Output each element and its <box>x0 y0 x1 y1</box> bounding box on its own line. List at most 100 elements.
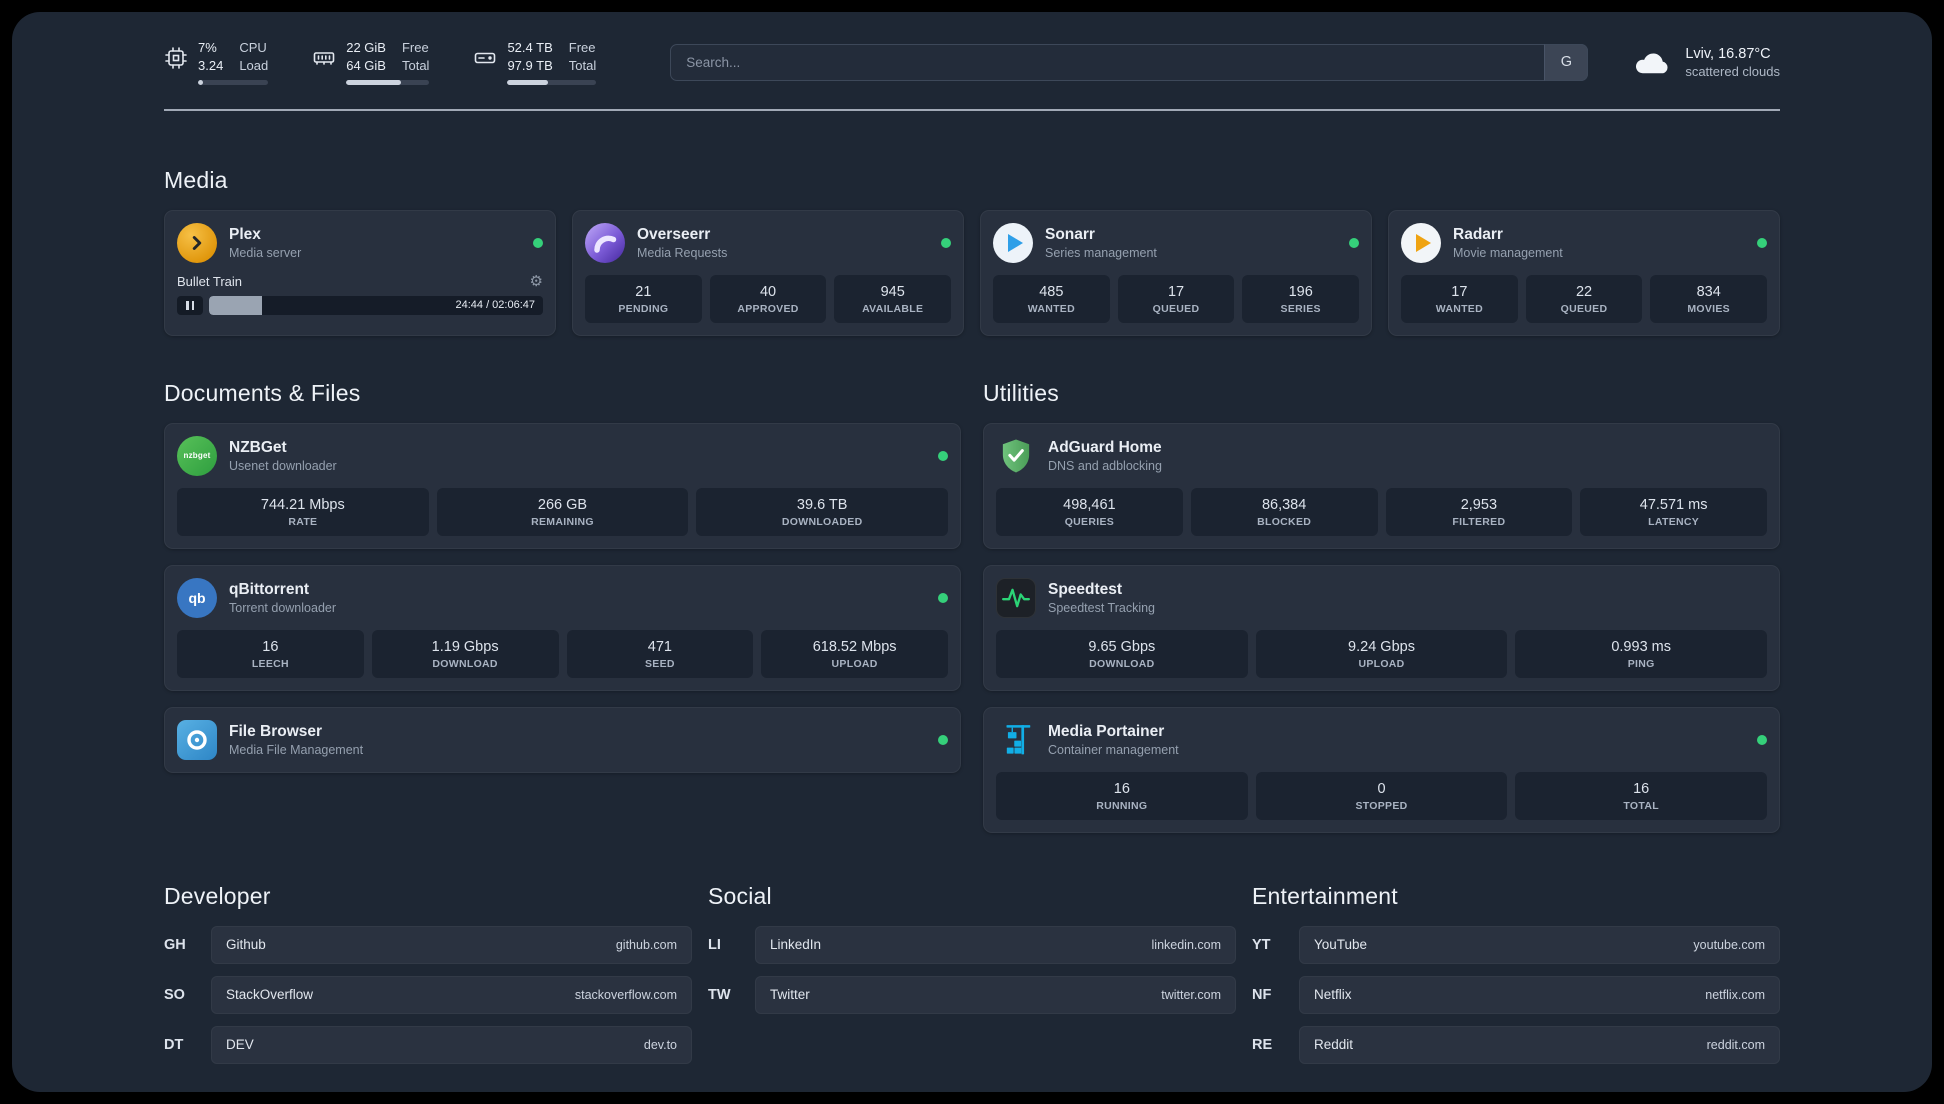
nzbget-icon: nzbget <box>177 435 217 476</box>
service-name: Speedtest <box>1048 580 1123 598</box>
filebrowser-card[interactable]: File Browser Media File Management <box>164 706 961 773</box>
qbittorrent-icon: qb <box>177 577 217 618</box>
bookmark-link-youtube[interactable]: YouTube youtube.com <box>1299 925 1780 964</box>
section-documents: Documents & Files nzbget NZBGet Usenet d… <box>164 380 961 833</box>
bookmark-link-dev[interactable]: DEV dev.to <box>211 1025 692 1064</box>
bookmark-link-linkedin[interactable]: LinkedIn linkedin.com <box>755 925 1236 964</box>
stat-series: 196 SERIES <box>1242 274 1360 323</box>
bookmark-link-stackoverflow[interactable]: StackOverflow stackoverflow.com <box>211 975 692 1014</box>
stat-upload: 618.52 Mbps UPLOAD <box>761 629 948 678</box>
bookmark-item: GH Github github.com <box>164 925 692 964</box>
overseerr-card[interactable]: Overseerr Media Requests 21 PENDING 40 A… <box>572 209 964 336</box>
section-title-social: Social <box>708 882 772 909</box>
bookmark-abbr: DT <box>164 1036 184 1053</box>
portainer-icon <box>996 720 1036 760</box>
stat-total: 16 TOTAL <box>1515 771 1768 820</box>
status-dot <box>938 734 948 745</box>
now-playing-title: Bullet Train <box>177 273 243 289</box>
bookmark-link-github[interactable]: Github github.com <box>211 925 692 964</box>
service-name: qBittorrent <box>229 580 310 598</box>
stat-approved: 40 APPROVED <box>709 274 827 323</box>
service-name: Sonarr <box>1045 225 1095 243</box>
nzbget-card[interactable]: nzbget NZBGet Usenet downloader 744.21 M… <box>164 422 961 549</box>
stat-remaining: 266 GB REMAINING <box>436 487 689 536</box>
dashboard: 7% CPU 3.24 Load 22 GiB Free 64 GiB Tota… <box>12 12 1932 1092</box>
memory-progress-bar <box>346 79 430 85</box>
stat-movies: 834 MOVIES <box>1650 274 1768 323</box>
stat-stopped: 0 STOPPED <box>1255 771 1508 820</box>
stat-blocked: 86,384 BLOCKED <box>1190 487 1378 536</box>
stat-upload: 9.24 Gbps UPLOAD <box>1255 629 1508 678</box>
cpu-icon <box>165 47 187 69</box>
bookmark-abbr: GH <box>164 936 186 953</box>
service-name: Overseerr <box>637 225 711 243</box>
portainer-card[interactable]: Media Portainer Container management 16 … <box>983 706 1780 833</box>
stat-pending: 21 PENDING <box>585 274 702 323</box>
service-description: DNS and adblocking <box>1048 459 1162 474</box>
stat-queries: 498,461 QUERIES <box>996 487 1183 536</box>
disk-total: 97.9 TB <box>507 58 553 74</box>
weather-location: Lviv, 16.87°C <box>1685 45 1771 62</box>
cpu-load-label: Load <box>239 58 269 74</box>
sonarr-icon <box>993 222 1033 263</box>
stat-queued: 17 QUEUED <box>1117 274 1235 323</box>
bookmark-item: YT YouTube youtube.com <box>1252 925 1780 964</box>
memory-free: 22 GiB <box>346 40 386 55</box>
bookmark-domain: linkedin.com <box>1151 937 1221 952</box>
bookmark-item: NF Netflix netflix.com <box>1252 975 1780 1014</box>
service-name: AdGuard Home <box>1048 438 1162 456</box>
section-title-utilities: Utilities <box>983 379 1059 406</box>
speedtest-icon <box>996 577 1036 618</box>
service-name: Radarr <box>1453 225 1503 243</box>
qbittorrent-card[interactable]: qb qBittorrent Torrent downloader 16 LEE… <box>164 564 961 691</box>
bookmark-domain: github.com <box>615 937 677 952</box>
bookmark-abbr: NF <box>1252 986 1272 1003</box>
status-dot <box>1757 237 1767 248</box>
section-media: Media Plex Media server Bullet Train ⚙ 2… <box>164 167 1780 336</box>
service-description: Series management <box>1045 246 1157 261</box>
filebrowser-icon <box>177 719 217 760</box>
sonarr-card[interactable]: Sonarr Series management 485 WANTED 17 Q… <box>980 209 1372 336</box>
playback-progress-bar[interactable]: 24:44 / 02:06:47 <box>209 295 543 315</box>
bookmark-link-twitter[interactable]: Twitter twitter.com <box>755 975 1236 1014</box>
speedtest-card[interactable]: Speedtest Speedtest Tracking 9.65 Gbps D… <box>983 564 1780 691</box>
stat-queued: 22 QUEUED <box>1525 274 1643 323</box>
bookmark-abbr: YT <box>1252 936 1271 953</box>
section-title-developer: Developer <box>164 882 271 909</box>
stat-seed: 471 SEED <box>566 629 754 678</box>
bookmark-domain: netflix.com <box>1705 987 1765 1002</box>
disk-widget: 52.4 TB Free 97.9 TB Total <box>473 40 597 85</box>
topbar: 7% CPU 3.24 Load 22 GiB Free 64 GiB Tota… <box>164 40 1780 85</box>
bookmark-name: StackOverflow <box>226 987 314 1002</box>
search-provider-button[interactable]: G <box>1544 43 1589 81</box>
pause-button[interactable] <box>177 295 203 315</box>
gear-icon[interactable]: ⚙ <box>530 274 543 289</box>
plex-card[interactable]: Plex Media server Bullet Train ⚙ 24:44 /… <box>164 209 556 336</box>
stat-ping: 0.993 ms PING <box>1515 629 1768 678</box>
radarr-card[interactable]: Radarr Movie management 17 WANTED 22 QUE… <box>1388 209 1780 336</box>
search-input[interactable] <box>670 43 1589 81</box>
bookmark-name: Twitter <box>770 987 810 1002</box>
memory-icon <box>313 52 335 65</box>
stat-leech: 16 LEECH <box>177 629 364 678</box>
bookmark-item: SO StackOverflow stackoverflow.com <box>164 975 692 1014</box>
bookmark-link-reddit[interactable]: Reddit reddit.com <box>1299 1025 1780 1064</box>
bookmark-abbr: TW <box>708 986 731 1003</box>
adguard-card[interactable]: AdGuard Home DNS and adblocking 498,461 … <box>983 422 1780 549</box>
bookmark-domain: twitter.com <box>1161 987 1221 1002</box>
service-description: Movie management <box>1453 246 1563 261</box>
service-name: NZBGet <box>229 438 287 456</box>
bookmark-link-netflix[interactable]: Netflix netflix.com <box>1299 975 1780 1014</box>
bookmark-domain: stackoverflow.com <box>574 987 677 1002</box>
weather-widget[interactable]: Lviv, 16.87°C scattered clouds <box>1632 46 1780 79</box>
stat-downloaded: 39.6 TB DOWNLOADED <box>696 487 949 536</box>
section-title-media: Media <box>164 166 228 193</box>
radarr-icon <box>1401 222 1441 263</box>
bookmark-name: Github <box>226 937 266 952</box>
weather-condition: scattered clouds <box>1685 63 1780 79</box>
bookmark-name: Reddit <box>1314 1037 1354 1052</box>
stat-rate: 744.21 Mbps RATE <box>177 487 429 536</box>
bookmark-item: TW Twitter twitter.com <box>708 975 1236 1014</box>
bookmark-group-developer: Developer GH Github github.com SO StackO… <box>164 883 692 1076</box>
bookmark-item: LI LinkedIn linkedin.com <box>708 925 1236 964</box>
